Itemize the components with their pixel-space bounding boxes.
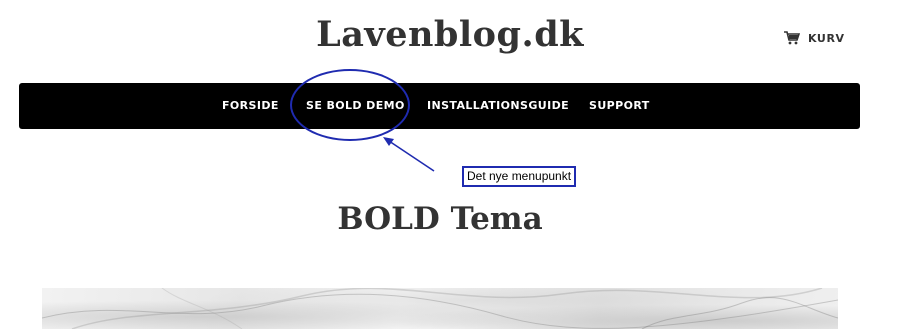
site-title[interactable]: Lavenblog.dk <box>0 14 900 55</box>
nav-item-support[interactable]: SUPPORT <box>589 99 650 112</box>
hero-marble-image <box>42 288 838 329</box>
annotation-label: Det nye menupunkt <box>462 166 577 187</box>
page-heading: BOLD Tema <box>337 201 543 237</box>
shopping-cart-icon <box>784 31 800 45</box>
nav-item-installationsguide[interactable]: INSTALLATIONSGUIDE <box>427 99 569 112</box>
nav-item-forside[interactable]: FORSIDE <box>222 99 279 112</box>
cart-label: KURV <box>808 31 845 45</box>
nav-item-se-bold-demo[interactable]: SE BOLD DEMO <box>306 99 405 112</box>
cart-link[interactable]: KURV <box>784 31 845 45</box>
main-navigation: FORSIDE SE BOLD DEMO INSTALLATIONSGUIDE … <box>19 83 860 129</box>
annotation-arrow-icon <box>383 137 435 172</box>
